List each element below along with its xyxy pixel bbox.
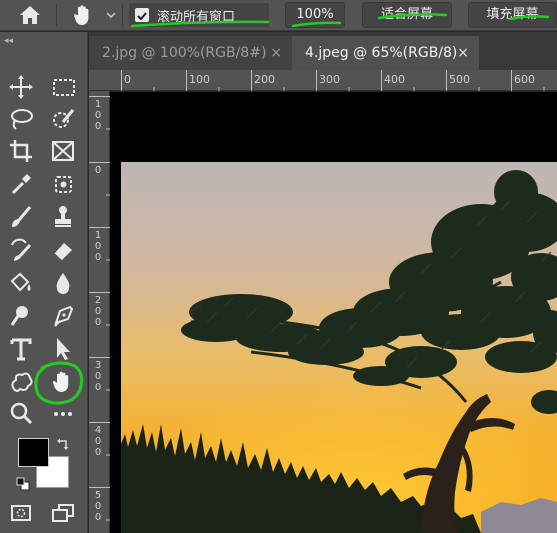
eyedropper-tool-icon[interactable] bbox=[6, 169, 36, 199]
vertical-ruler[interactable]: 1 0 0 0 1 0 0 2 0 0 3 0 0 4 0 0 5 0 0 bbox=[89, 91, 110, 533]
horizontal-ruler[interactable]: 0 100 200 300 400 500 600 bbox=[89, 70, 557, 91]
close-icon[interactable]: × bbox=[270, 36, 282, 70]
ruler-digit: 1 bbox=[94, 99, 102, 110]
ruler-digit: 0 bbox=[94, 252, 102, 263]
ruler-label: 0 bbox=[124, 73, 131, 86]
ruler-digit: 4 bbox=[94, 425, 102, 436]
pen-tool-icon[interactable] bbox=[48, 301, 78, 331]
ruler-label: 500 bbox=[449, 73, 470, 86]
tab-document-4-jpeg[interactable]: 4.jpeg @ 65%(RGB/8) × bbox=[292, 36, 479, 70]
ruler-label: 4 0 0 bbox=[93, 425, 103, 458]
ruler-label: 2 0 0 bbox=[93, 295, 103, 328]
marquee-tool-icon[interactable] bbox=[48, 72, 78, 102]
quick-selection-tool-icon[interactable] bbox=[48, 104, 78, 134]
paint-bucket-tool-icon[interactable] bbox=[6, 268, 36, 298]
screen-mode-icon[interactable] bbox=[48, 498, 78, 528]
ruler-label: 100 bbox=[189, 73, 210, 86]
clone-stamp-tool-icon[interactable] bbox=[48, 202, 78, 232]
move-tool-icon[interactable] bbox=[6, 72, 36, 102]
swap-colors-icon[interactable] bbox=[56, 436, 70, 450]
sunset-tree-photo bbox=[121, 162, 557, 533]
ruler-label: 0 bbox=[93, 165, 103, 176]
annotation-underlines bbox=[130, 13, 550, 28]
tab-label: 2.jpg @ 100%(RGB/8#) bbox=[102, 45, 267, 61]
foreground-color-swatch[interactable] bbox=[18, 438, 49, 467]
ruler-digit: 3 bbox=[94, 360, 102, 371]
spot-healing-tool-icon[interactable] bbox=[48, 169, 78, 199]
ruler-digit: 0 bbox=[94, 165, 102, 176]
quick-mask-icon[interactable] bbox=[6, 498, 36, 528]
history-brush-tool-icon[interactable] bbox=[6, 235, 36, 265]
ruler-label: 600 bbox=[514, 73, 535, 86]
ruler-digit: 0 bbox=[94, 447, 102, 458]
ruler-digit: 0 bbox=[94, 306, 102, 317]
ruler-label: 200 bbox=[254, 73, 275, 86]
eraser-tool-icon[interactable] bbox=[48, 235, 78, 265]
ruler-label: 3 0 0 bbox=[93, 360, 103, 393]
ruler-digit: 0 bbox=[94, 512, 102, 523]
ruler-label: 5 0 0 bbox=[93, 490, 103, 523]
lasso-tool-icon[interactable] bbox=[6, 104, 36, 134]
tools-panel: ◂◂ bbox=[0, 32, 88, 533]
ruler-digit: 1 bbox=[94, 230, 102, 241]
ruler-digit: 0 bbox=[94, 501, 102, 512]
default-colors-icon[interactable] bbox=[16, 476, 30, 491]
collapse-panel-icon[interactable]: ◂◂ bbox=[4, 36, 13, 46]
ruler-digit: 2 bbox=[94, 295, 102, 306]
ruler-digit: 0 bbox=[94, 317, 102, 328]
brush-tool-icon[interactable] bbox=[6, 202, 36, 232]
frame-tool-icon[interactable] bbox=[48, 136, 78, 166]
ruler-digit: 0 bbox=[94, 241, 102, 252]
ruler-label: 400 bbox=[384, 73, 405, 86]
blur-tool-icon[interactable] bbox=[48, 268, 78, 298]
ruler-digit: 0 bbox=[94, 436, 102, 447]
tab-document-2-jpg[interactable]: 2.jpg @ 100%(RGB/8#) × bbox=[89, 36, 292, 70]
close-icon[interactable]: × bbox=[457, 36, 469, 70]
dodge-tool-icon[interactable] bbox=[6, 301, 36, 331]
ruler-digit: 0 bbox=[94, 371, 102, 382]
hand-tool-annotation-circle bbox=[34, 361, 84, 405]
tab-label: 4.jpeg @ 65%(RGB/8) bbox=[305, 45, 458, 61]
crop-tool-icon[interactable] bbox=[6, 136, 36, 166]
options-bar: 滚动所有窗口 100% 适合屏幕 填充屏幕 bbox=[0, 0, 557, 31]
ruler-label: 300 bbox=[319, 73, 340, 86]
ruler-label: 1 0 0 bbox=[93, 99, 103, 132]
ruler-digit: 0 bbox=[94, 382, 102, 393]
ruler-digit: 5 bbox=[94, 490, 102, 501]
document-tabs: 2.jpg @ 100%(RGB/8#) × 4.jpeg @ 65%(RGB/… bbox=[89, 32, 557, 70]
document-canvas[interactable] bbox=[110, 92, 557, 533]
ruler-digit: 0 bbox=[94, 121, 102, 132]
ruler-digit: 0 bbox=[94, 110, 102, 121]
ruler-label: 1 0 0 bbox=[93, 230, 103, 263]
